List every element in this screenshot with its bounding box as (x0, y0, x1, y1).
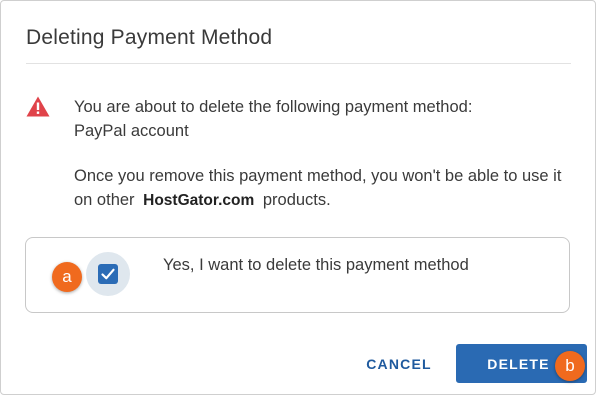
delete-message: You are about to delete the following pa… (74, 95, 579, 143)
delete-button-label: DELETE (487, 355, 550, 372)
confirm-label[interactable]: Yes, I want to delete this payment metho… (163, 256, 469, 275)
confirm-checkbox[interactable] (98, 264, 118, 284)
brand-name: HostGator.com (143, 192, 255, 209)
title-divider (26, 63, 571, 64)
payment-method-name: PayPal account (74, 122, 189, 140)
warning-message: Once you remove this payment method, you… (74, 164, 579, 213)
callout-a-badge: a (52, 262, 82, 292)
callout-b-badge: b (555, 351, 585, 381)
checkmark-icon (101, 268, 115, 280)
dialog-title: Deleting Payment Method (26, 26, 273, 49)
warning-text-after: products. (262, 191, 331, 209)
cancel-button[interactable]: CANCEL (360, 345, 438, 383)
warning-triangle-icon (26, 96, 50, 117)
intro-text: You are about to delete the following pa… (74, 98, 473, 116)
